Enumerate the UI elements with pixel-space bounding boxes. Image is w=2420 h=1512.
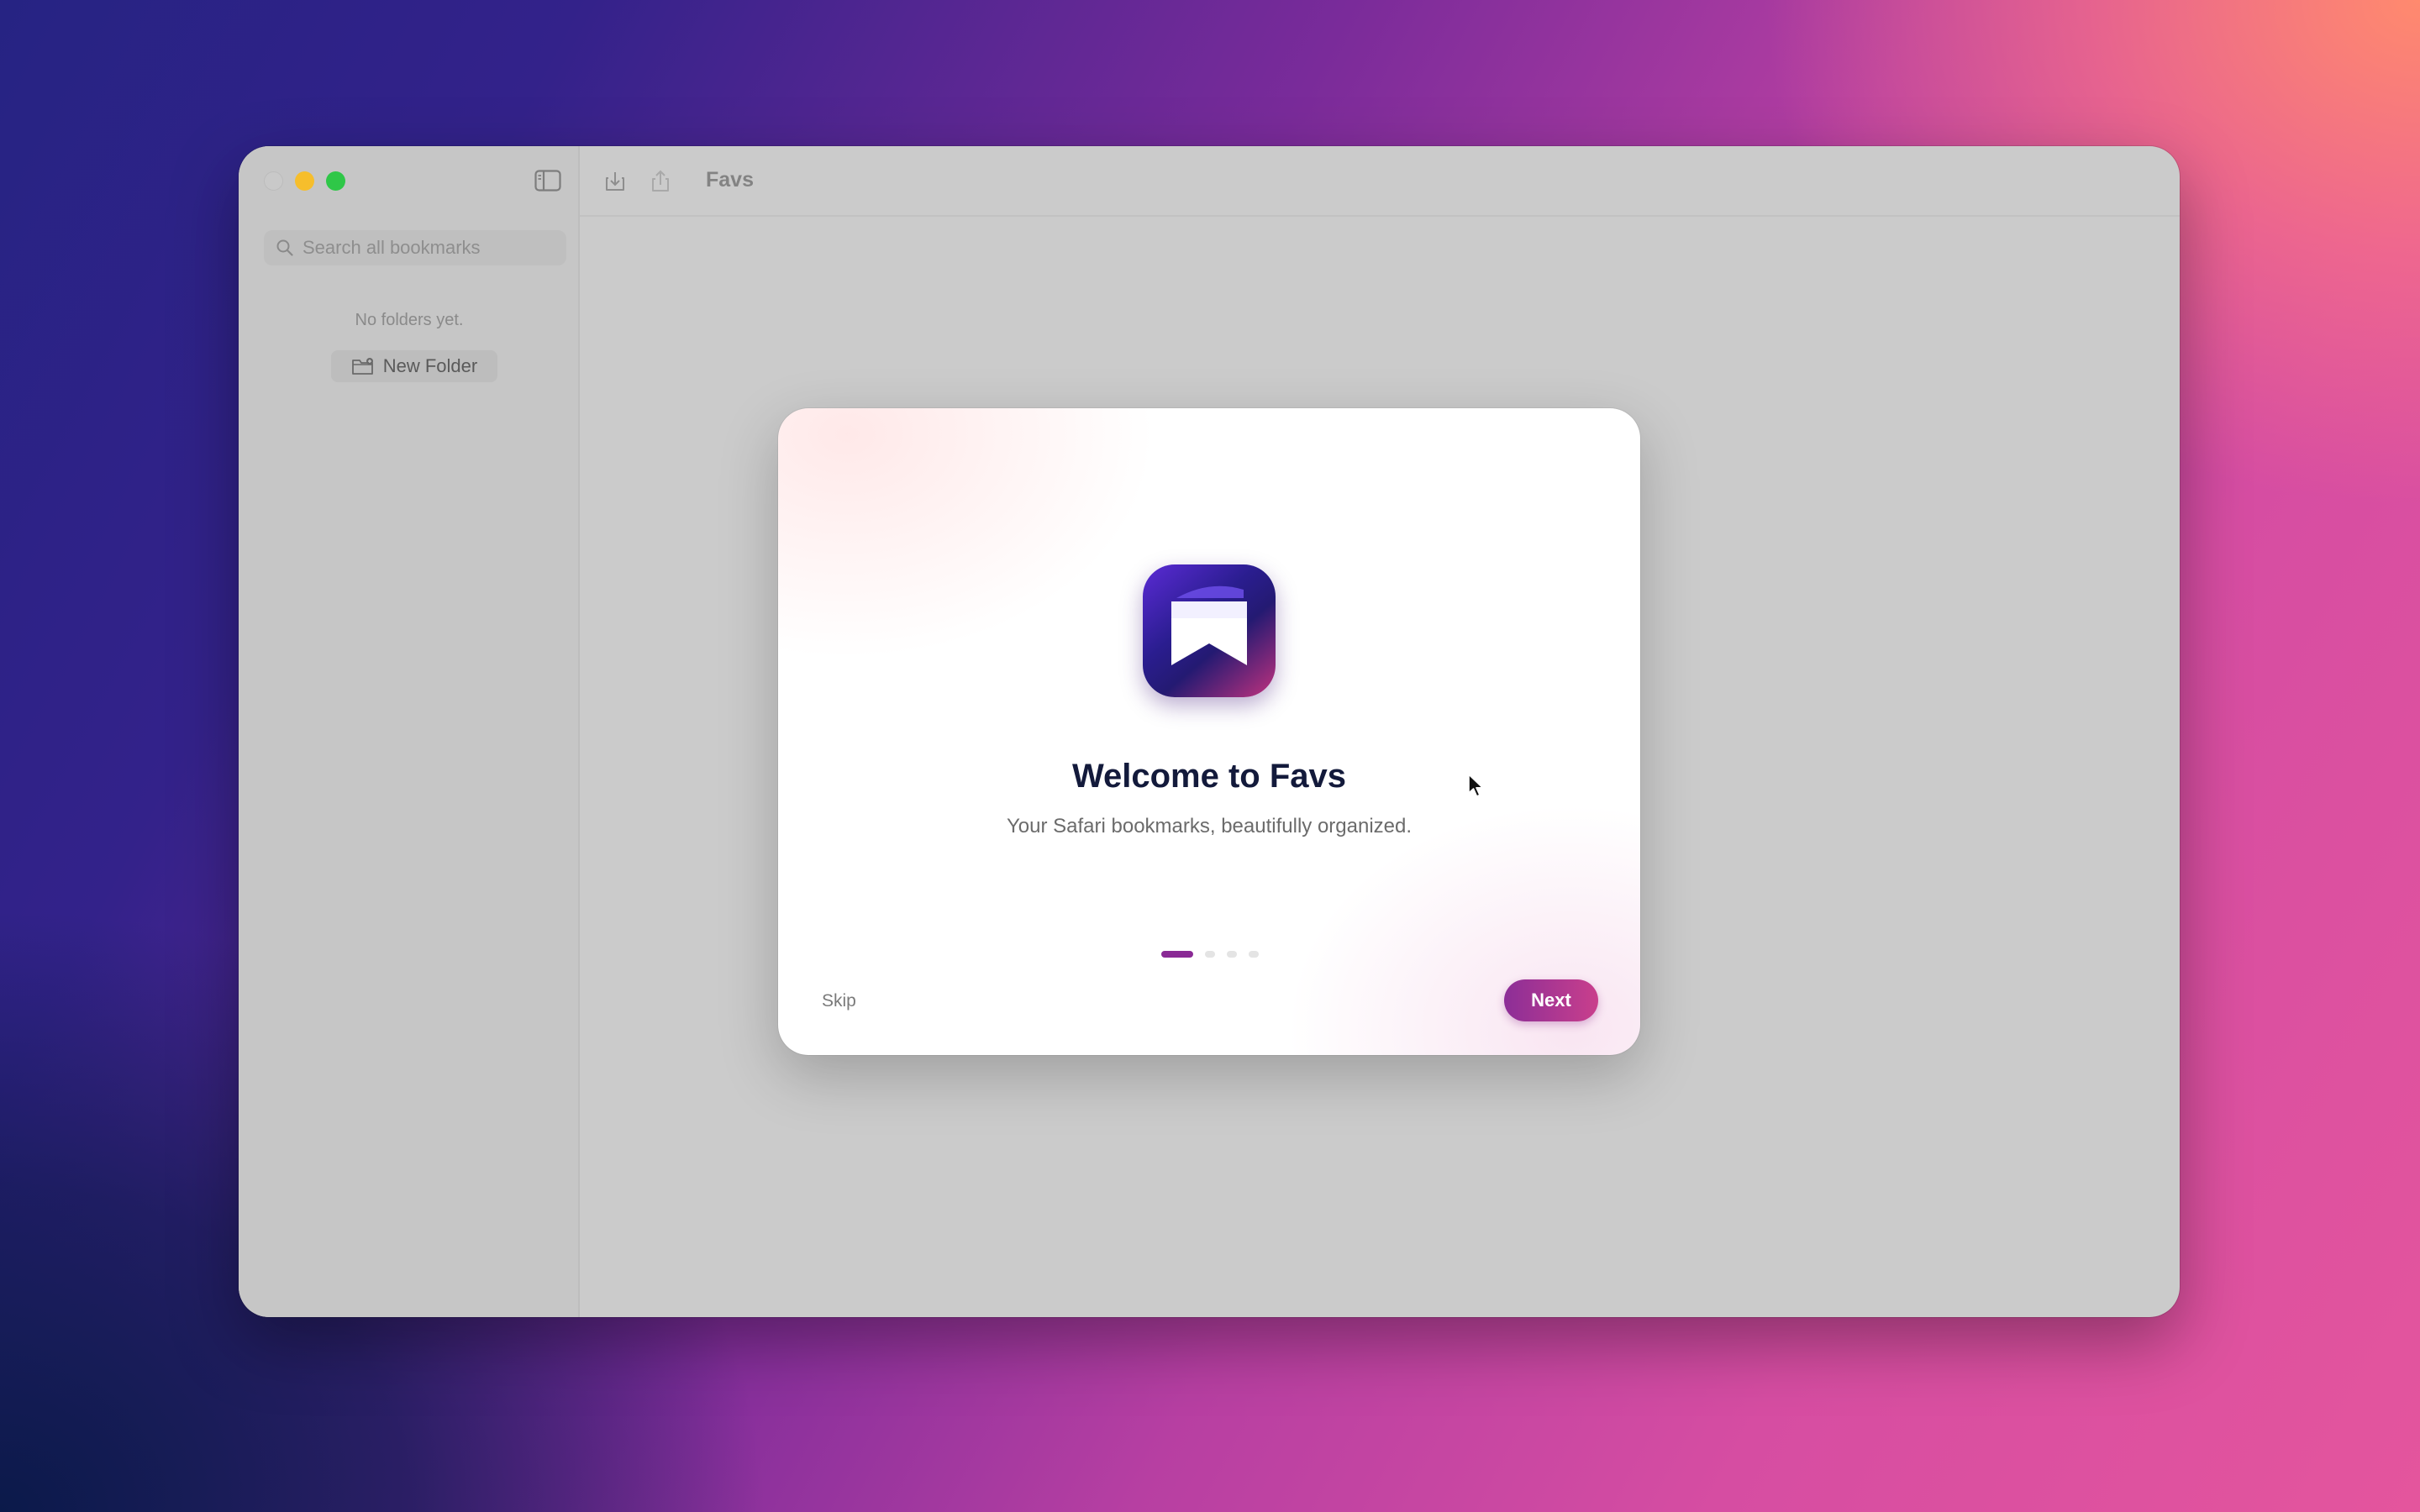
sidebar: No folders yet. New Folder (239, 146, 580, 1317)
maximize-window-button[interactable] (326, 171, 345, 191)
sidebar-divider (578, 146, 580, 1317)
page-indicator (1161, 951, 1270, 958)
empty-folders-message: No folders yet. (355, 311, 464, 329)
search-input[interactable] (301, 236, 556, 260)
search-icon (276, 239, 293, 256)
cursor-icon (1468, 774, 1484, 797)
welcome-subtitle: Your Safari bookmarks, beautifully organ… (1006, 815, 1413, 837)
new-folder-icon (351, 358, 373, 375)
skip-button[interactable]: Skip (822, 991, 856, 1011)
import-icon[interactable] (602, 168, 629, 195)
window-title: Favs (706, 168, 754, 192)
new-folder-label: New Folder (382, 355, 478, 376)
page-dot-4[interactable] (1249, 951, 1259, 958)
welcome-dialog: Welcome to Favs Your Safari bookmarks, b… (778, 408, 1640, 1055)
sidebar-toggle-icon[interactable] (534, 170, 561, 192)
new-folder-button[interactable]: New Folder (331, 350, 497, 382)
search-field[interactable] (264, 230, 566, 265)
next-button[interactable]: Next (1504, 979, 1598, 1021)
page-dot-1[interactable] (1161, 951, 1193, 958)
page-dot-2[interactable] (1205, 951, 1215, 958)
app-window: No folders yet. New Folder Favs (239, 146, 2180, 1317)
page-dot-3[interactable] (1227, 951, 1237, 958)
minimize-window-button[interactable] (295, 171, 314, 191)
close-window-button[interactable] (264, 171, 283, 191)
toolbar-divider (580, 215, 2180, 217)
share-icon[interactable] (647, 168, 674, 195)
app-bookmark-icon (1143, 564, 1276, 697)
welcome-title: Welcome to Favs (1071, 758, 1347, 795)
